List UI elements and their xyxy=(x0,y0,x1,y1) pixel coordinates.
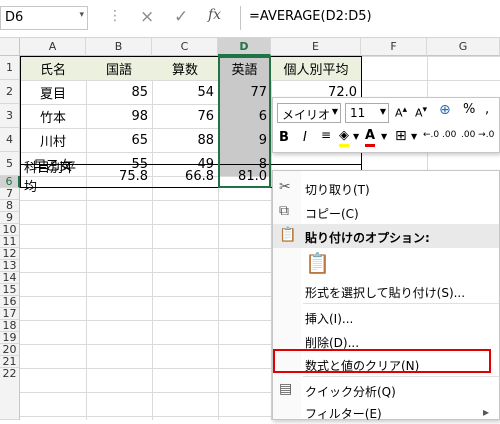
column-header-a[interactable]: A xyxy=(20,38,86,56)
menu-item-filter[interactable]: フィルター(E) ▸ xyxy=(273,400,499,424)
clipboard-icon: 📋 xyxy=(279,227,297,243)
insert-function-icon[interactable]: fx xyxy=(208,7,221,23)
menu-item-copy[interactable]: ⧉ コピー(C) xyxy=(273,200,499,224)
enter-icon[interactable]: ✓ xyxy=(174,7,188,27)
row-header-1[interactable]: 1 xyxy=(0,56,20,80)
table-footer-rule xyxy=(20,164,362,165)
italic-button[interactable]: I xyxy=(303,130,307,145)
name-box-value: D6 xyxy=(5,10,24,25)
align-center-icon[interactable]: ≡ xyxy=(321,128,331,142)
column-header-d[interactable]: D xyxy=(218,38,271,56)
percent-style-icon[interactable]: % xyxy=(463,102,475,117)
decrease-decimal-icon[interactable]: .00 →.0 xyxy=(461,130,494,140)
comma-style-icon[interactable]: , xyxy=(485,102,489,117)
column-header-f[interactable]: F xyxy=(361,38,427,56)
column-header-c[interactable]: C xyxy=(152,38,218,56)
scissors-icon: ✂ xyxy=(279,179,291,195)
menu-item-label: コピー(C) xyxy=(305,207,359,221)
menu-item-label: クイック分析(Q) xyxy=(305,385,396,399)
menu-item-paste-special[interactable]: 形式を選択して貼り付け(S)... xyxy=(273,279,499,303)
menu-item-label: 挿入(I)... xyxy=(305,312,354,326)
increase-font-icon[interactable]: A▴ xyxy=(395,104,407,120)
column-header-e[interactable]: E xyxy=(271,38,361,56)
quick-analysis-icon: ▤ xyxy=(279,381,293,397)
formula-bar-grip-icon: ⋮ xyxy=(108,8,122,24)
paste-icon[interactable]: 📋 xyxy=(305,251,330,275)
column-header-g[interactable]: G xyxy=(427,38,500,56)
formula-bar: D6 ▾ ⋮ × ✓ fx =AVERAGE(D2:D5) xyxy=(0,0,500,38)
row-header-5[interactable]: 5 xyxy=(0,152,20,176)
menu-section-label: 貼り付けのオプション: xyxy=(305,231,430,245)
row-header-22[interactable]: 22 xyxy=(0,368,20,420)
copy-icon: ⧉ xyxy=(279,203,289,219)
font-size-select[interactable]: 11 ▼ xyxy=(345,103,389,123)
font-name-value: メイリオ xyxy=(282,108,331,122)
chevron-down-icon: ▼ xyxy=(331,107,338,116)
font-name-select[interactable]: メイリオ ▼ xyxy=(277,103,341,123)
cancel-icon[interactable]: × xyxy=(140,7,154,27)
context-menu: ✂ 切り取り(T) ⧉ コピー(C) 📋 貼り付けのオプション: 📋 形式を選択… xyxy=(272,170,500,421)
name-box[interactable]: D6 ▾ xyxy=(0,6,88,30)
highlight-box xyxy=(273,349,491,373)
menu-item-cut[interactable]: ✂ 切り取り(T) xyxy=(273,176,499,200)
menu-item-label: 形式を選択して貼り付け(S)... xyxy=(305,286,466,300)
mini-toolbar: メイリオ ▼ 11 ▼ A▴ A▾ ⊕ % , B I ≡ ◈ ▼ A ▼ ⊞ … xyxy=(272,97,500,153)
font-size-value: 11 xyxy=(350,106,366,120)
increase-decimal-icon[interactable]: ←.0 .00 xyxy=(423,130,456,140)
selection-highlight xyxy=(218,56,271,188)
submenu-arrow-icon: ▸ xyxy=(482,405,489,419)
row-header-2[interactable]: 2 xyxy=(0,80,20,104)
menu-item-quick-analysis[interactable]: ▤ クイック分析(Q) xyxy=(273,378,499,402)
chevron-down-icon[interactable]: ▼ xyxy=(411,132,417,141)
decrease-font-icon[interactable]: A▾ xyxy=(415,104,427,120)
select-all-corner[interactable] xyxy=(0,38,20,56)
chevron-down-icon: ▼ xyxy=(379,107,386,116)
number-format-icon[interactable]: ⊕ xyxy=(439,102,451,118)
row-header-4[interactable]: 4 xyxy=(0,128,20,152)
font-color-icon[interactable]: A xyxy=(365,128,376,147)
menu-section-paste-options: 📋 貼り付けのオプション: xyxy=(273,224,499,248)
formula-input[interactable]: =AVERAGE(D2:D5) xyxy=(240,6,500,30)
menu-separator xyxy=(303,376,499,377)
menu-item-insert[interactable]: 挿入(I)... xyxy=(273,305,499,329)
borders-icon[interactable]: ⊞ xyxy=(395,128,407,144)
menu-item-label: フィルター(E) xyxy=(305,407,382,421)
menu-separator xyxy=(303,303,499,304)
fill-color-icon[interactable]: ◈ xyxy=(339,128,349,147)
chevron-down-icon[interactable]: ▾ xyxy=(79,10,84,20)
menu-item-label: 切り取り(T) xyxy=(305,183,370,197)
column-header-b[interactable]: B xyxy=(86,38,152,56)
bold-button[interactable]: B xyxy=(279,130,289,145)
row-header-3[interactable]: 3 xyxy=(0,104,20,128)
chevron-down-icon[interactable]: ▼ xyxy=(381,132,387,141)
chevron-down-icon[interactable]: ▼ xyxy=(353,132,359,141)
